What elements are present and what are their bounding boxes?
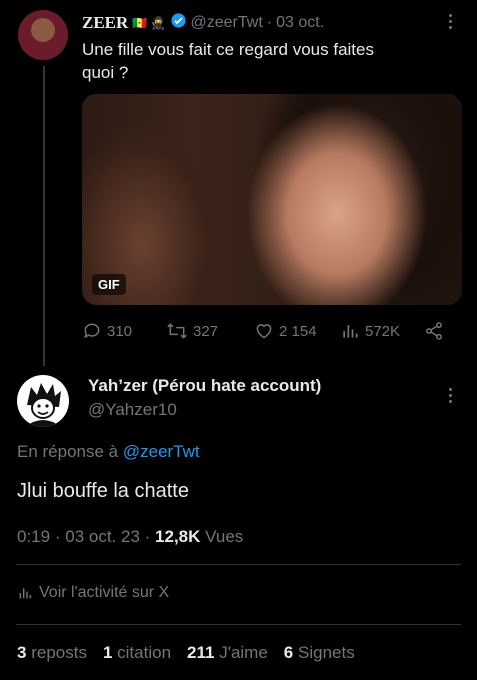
likes-stat[interactable]: 211 J'aime bbox=[187, 643, 268, 663]
divider bbox=[16, 564, 461, 565]
reply-text: Jlui bouffe la chatte bbox=[17, 480, 189, 502]
gif-media[interactable]: GIF bbox=[82, 94, 462, 305]
handle[interactable]: @zeerTwt bbox=[191, 14, 263, 32]
reply-date[interactable]: 03 oct. 23 bbox=[65, 527, 140, 546]
reply-count: 310 bbox=[107, 322, 133, 340]
reply-icon bbox=[84, 323, 100, 339]
bookmarks-stat[interactable]: 6 Signets bbox=[284, 643, 355, 663]
meta-separator: · bbox=[54, 527, 61, 546]
views-button[interactable]: 572K bbox=[340, 321, 400, 341]
reposts-count: 3 bbox=[17, 643, 27, 662]
like-button[interactable]: 2 154 bbox=[254, 321, 317, 341]
more-options-icon[interactable] bbox=[449, 14, 453, 32]
verified-badge-icon bbox=[170, 12, 187, 34]
quotes-count: 1 bbox=[102, 643, 113, 662]
reply-avatar[interactable] bbox=[17, 375, 69, 427]
in-reply-to: En réponse à @zeerTwt bbox=[17, 442, 200, 462]
divider bbox=[16, 624, 461, 625]
bookmarks-label: Signets bbox=[298, 643, 355, 662]
reply-button[interactable]: 310 bbox=[82, 321, 132, 341]
in-reply-handle-link[interactable]: @zeerTwt bbox=[123, 442, 200, 461]
likes-label: J'aime bbox=[219, 643, 268, 662]
manga-avatar-icon bbox=[25, 383, 61, 427]
analytics-icon bbox=[19, 588, 32, 599]
tweet-date[interactable]: 03 oct. bbox=[276, 14, 324, 32]
thread-line bbox=[43, 66, 45, 366]
repost-icon bbox=[167, 323, 187, 339]
likes-count: 211 bbox=[187, 643, 215, 662]
reply-meta: 0:19 · 03 oct. 23 · 12,8K Vues bbox=[17, 527, 243, 547]
display-name[interactable]: ZEER bbox=[82, 13, 128, 33]
separator: · bbox=[266, 14, 273, 31]
tweet-header: ZEER 🇸🇳 🥷 @zeerTwt · 03 oct. bbox=[82, 12, 324, 34]
heart-icon bbox=[256, 324, 272, 339]
analytics-icon bbox=[343, 325, 358, 338]
activity-link-label: Voir l'activité sur X bbox=[39, 584, 170, 601]
repost-count: 327 bbox=[193, 322, 219, 340]
in-reply-prefix: En réponse à bbox=[17, 442, 119, 461]
reply-views-count: 12,8K bbox=[155, 527, 201, 546]
activity-link[interactable]: Voir l'activité sur X bbox=[17, 584, 169, 602]
quotes-stat[interactable]: 1 citation bbox=[103, 643, 171, 663]
reply-display-name[interactable]: Yah’zer (Pérou hate account) bbox=[88, 376, 321, 396]
views-count: 572K bbox=[365, 322, 401, 340]
avatar[interactable] bbox=[18, 10, 68, 60]
like-count: 2 154 bbox=[279, 322, 317, 340]
name-emojis: 🇸🇳 🥷 bbox=[132, 16, 166, 30]
meta-separator: · bbox=[144, 527, 151, 546]
share-button[interactable] bbox=[424, 321, 444, 341]
reply-time[interactable]: 0:19 bbox=[17, 527, 50, 546]
bookmarks-count: 6 bbox=[283, 643, 294, 662]
reply-more-options-icon[interactable] bbox=[449, 388, 453, 406]
share-icon bbox=[426, 322, 442, 340]
gif-badge: GIF bbox=[92, 274, 126, 295]
reposts-stat[interactable]: 3 reposts bbox=[17, 643, 87, 663]
reposts-label: reposts bbox=[31, 643, 87, 662]
repost-button[interactable]: 327 bbox=[166, 321, 218, 341]
reply-handle[interactable]: @Yahzer10 bbox=[88, 400, 177, 420]
quotes-label: citation bbox=[117, 643, 172, 662]
engagement-bar: 3 reposts 1 citation 211 J'aime 6 Signet… bbox=[17, 643, 355, 663]
reply-views-label: Vues bbox=[205, 527, 244, 546]
tweet-text: Une fille vous fait ce regard vous faite… bbox=[82, 40, 374, 82]
